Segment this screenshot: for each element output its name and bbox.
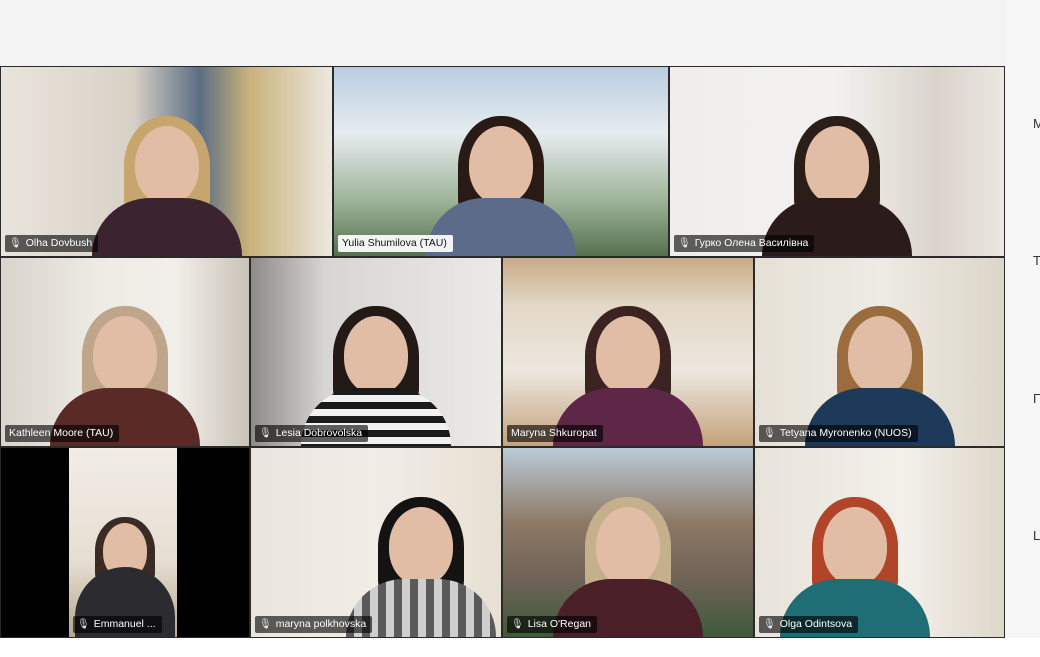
participant-name-label: 🎙 Olha Dovbush (5, 235, 99, 252)
microphone-muted-icon: 🎙 (9, 238, 22, 249)
side-panel-item[interactable]: M (1033, 116, 1040, 131)
participant-name-label: Yulia Shumilova (TAU) (338, 235, 453, 252)
participant-name-label: Kathleen Moore (TAU) (5, 425, 120, 442)
video-tile-lisa-oregan[interactable]: 🎙 Lisa O'Regan (502, 447, 754, 638)
side-panel: M T П L (1005, 0, 1040, 657)
participant-name-label: Maryna Shkuropat (507, 425, 603, 442)
side-panel-item[interactable]: L (1033, 528, 1040, 543)
video-tile-emmanuel[interactable]: 🎙 Emmanuel ... (0, 447, 250, 638)
participant-name-label: 🎙 Lesia Dobrovolska (255, 425, 369, 442)
microphone-muted-icon: 🎙 (259, 428, 272, 439)
microphone-muted-icon: 🎙 (259, 619, 272, 630)
microphone-muted-icon: 🎙 (511, 619, 524, 630)
side-panel-item[interactable]: T (1033, 253, 1040, 268)
participant-name-label: 🎙 maryna polkhovska (255, 616, 373, 633)
video-tile-maryna-shkuropat[interactable]: Maryna Shkuropat (502, 257, 754, 447)
video-tile-lesia-dobrovolska[interactable]: 🎙 Lesia Dobrovolska (250, 257, 502, 447)
participant-name-label: 🎙 Гурко Олена Василівна (674, 235, 815, 252)
video-tile-kathleen-moore[interactable]: Kathleen Moore (TAU) (0, 257, 250, 447)
microphone-muted-icon: 🎙 (77, 619, 90, 630)
microphone-muted-icon: 🎙 (763, 619, 776, 630)
participant-video (91, 116, 242, 256)
video-tile-yulia-shumilova[interactable]: Yulia Shumilova (TAU) (333, 66, 669, 257)
video-tile-olga-odintsova[interactable]: 🎙 Olga Odintsova (754, 447, 1005, 638)
participant-name-label: 🎙 Lisa O'Regan (507, 616, 597, 633)
video-tile-olha-dovbush[interactable]: 🎙 Olha Dovbush (0, 66, 333, 257)
participant-name-label: 🎙 Emmanuel ... (73, 616, 162, 633)
video-tile-gurko-olena[interactable]: 🎙 Гурко Олена Василівна (669, 66, 1005, 257)
participant-name-label: 🎙 Tetyana Myronenko (NUOS) (759, 425, 918, 442)
microphone-muted-icon: 🎙 (678, 238, 691, 249)
side-panel-item[interactable]: П (1033, 391, 1040, 406)
bottom-strip (0, 638, 1040, 657)
participant-name-label: 🎙 Olga Odintsova (759, 616, 859, 633)
video-tile-maryna-polkhovska[interactable]: 🎙 maryna polkhovska (250, 447, 502, 638)
video-gallery: 🎙 Olha Dovbush Yulia Shumilova (TAU) 🎙 Гур… (0, 66, 1005, 638)
video-tile-tetyana-myronenko[interactable]: 🎙 Tetyana Myronenko (NUOS) (754, 257, 1005, 447)
microphone-muted-icon: 🎙 (763, 428, 776, 439)
